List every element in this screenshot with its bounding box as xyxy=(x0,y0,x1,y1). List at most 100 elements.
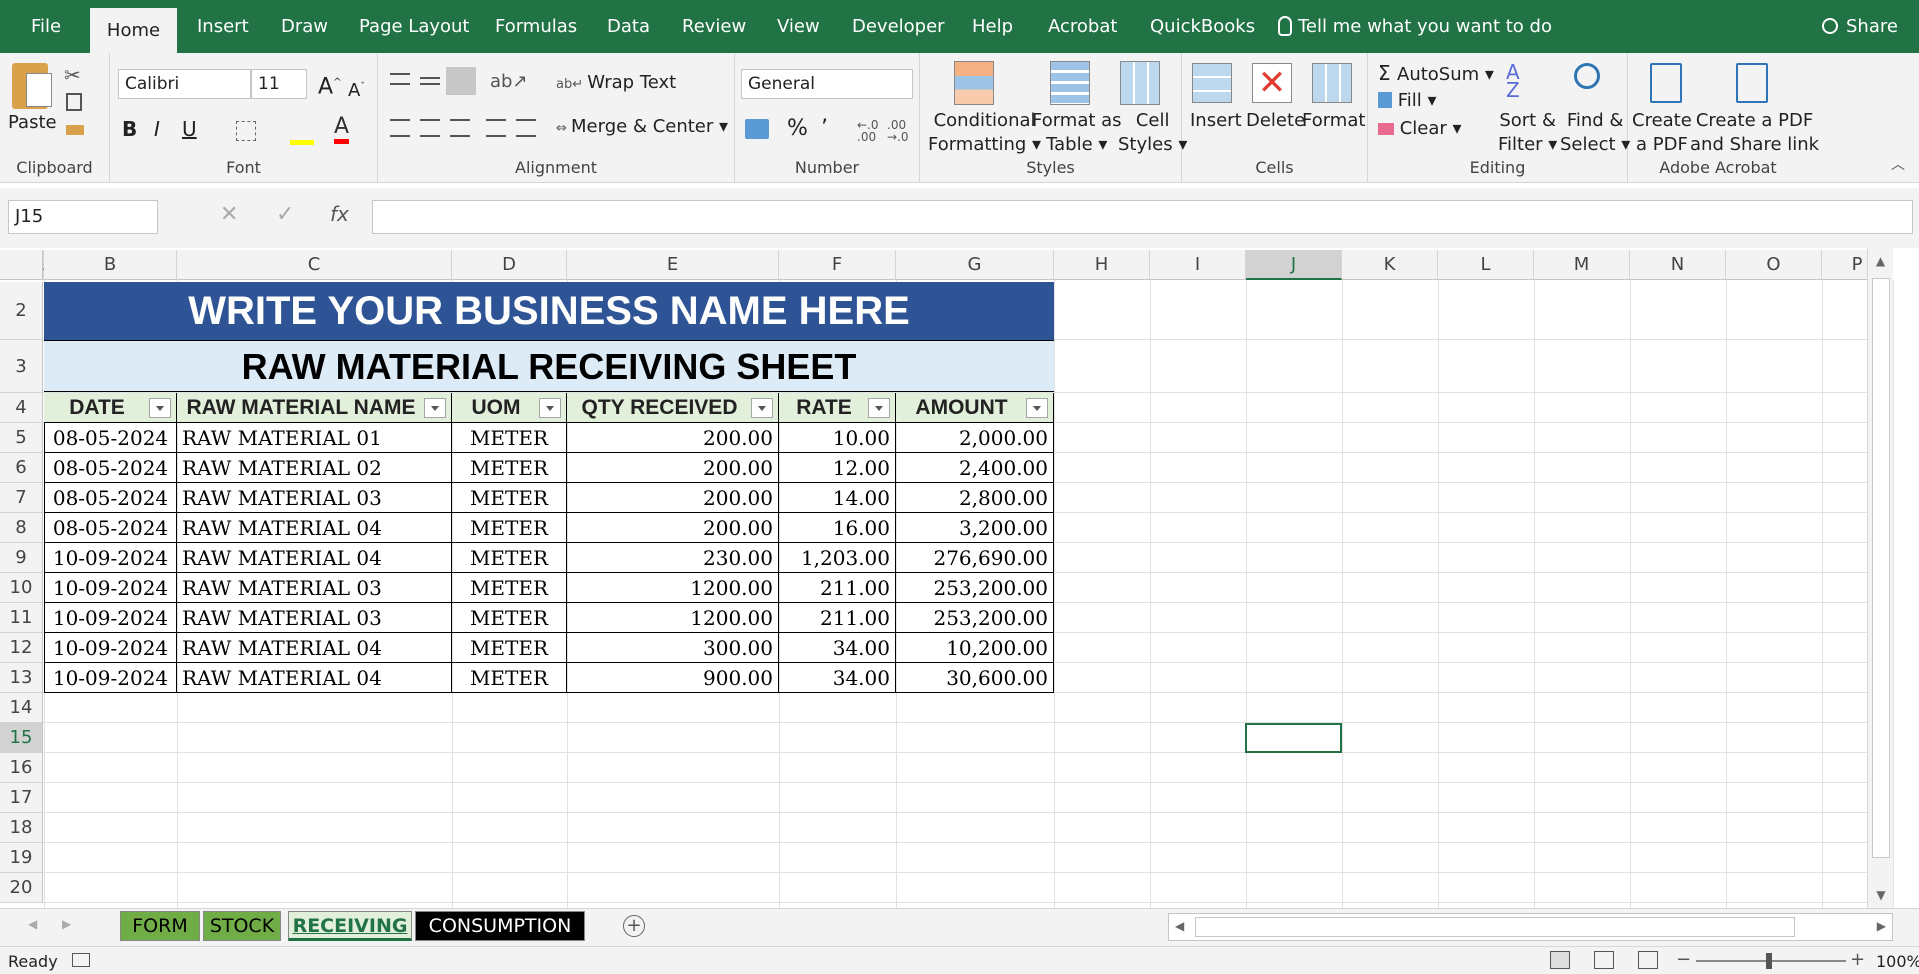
sort-filter-button[interactable]: Sort & Filter ▾ xyxy=(1498,109,1557,157)
table-cell[interactable]: 10-09-2024 xyxy=(44,663,177,693)
filter-dropdown-icon[interactable] xyxy=(1026,398,1048,418)
column-header-f[interactable]: F xyxy=(779,250,896,280)
menu-view[interactable]: View xyxy=(777,16,820,37)
font-size-select[interactable]: 11 xyxy=(251,69,307,99)
zoom-slider-thumb[interactable] xyxy=(1766,953,1772,969)
menu-draw[interactable]: Draw xyxy=(281,16,328,37)
table-cell[interactable]: 08-05-2024 xyxy=(44,453,177,483)
table-cell[interactable]: 1200.00 xyxy=(567,573,779,603)
cell-styles-button[interactable]: Cell Styles ▾ xyxy=(1118,109,1187,157)
zoom-slider[interactable] xyxy=(1696,953,1846,969)
scroll-up-icon[interactable]: ▲ xyxy=(1868,248,1893,268)
table-cell[interactable]: 1200.00 xyxy=(567,603,779,633)
insert-function-icon[interactable]: fx xyxy=(330,202,349,226)
selected-cell-j15[interactable] xyxy=(1245,723,1342,753)
table-cell[interactable]: 2,400.00 xyxy=(896,453,1054,483)
table-cell[interactable]: RAW MATERIAL 04 xyxy=(177,543,452,573)
table-cell[interactable]: 08-05-2024 xyxy=(44,513,177,543)
table-cell[interactable]: 30,600.00 xyxy=(896,663,1054,693)
cut-icon[interactable]: ✂ xyxy=(64,63,81,87)
column-header-l[interactable]: L xyxy=(1438,250,1534,280)
row-header-9[interactable]: 9 xyxy=(0,543,43,573)
sheet-tab-consumption[interactable]: CONSUMPTION xyxy=(415,911,585,941)
menu-quickbooks[interactable]: QuickBooks xyxy=(1150,16,1255,37)
row-header-16[interactable]: 16 xyxy=(0,753,43,783)
menu-formulas[interactable]: Formulas xyxy=(495,16,577,37)
column-header-h[interactable]: H xyxy=(1054,250,1150,280)
filter-dropdown-icon[interactable] xyxy=(539,398,561,418)
delete-cells-button[interactable]: Delete xyxy=(1246,109,1305,133)
macro-record-icon[interactable] xyxy=(72,953,90,967)
row-header-8[interactable]: 8 xyxy=(0,513,43,543)
table-cell[interactable]: METER xyxy=(452,543,567,573)
table-cell[interactable]: 200.00 xyxy=(567,483,779,513)
align-center-icon[interactable] xyxy=(420,119,440,137)
underline-button[interactable]: U xyxy=(182,117,197,141)
row-header-19[interactable]: 19 xyxy=(0,843,43,873)
align-left-icon[interactable] xyxy=(390,119,410,137)
row-header-17[interactable]: 17 xyxy=(0,783,43,813)
insert-cells-button[interactable]: Insert xyxy=(1190,109,1242,133)
row-header-2[interactable]: 2 xyxy=(0,282,43,340)
clear-button[interactable]: Clear ▾ xyxy=(1378,117,1462,141)
column-header-c[interactable]: C xyxy=(177,250,452,280)
comma-button[interactable]: ’ xyxy=(821,117,828,141)
format-cells-button[interactable]: Format xyxy=(1302,109,1365,133)
table-cell[interactable]: METER xyxy=(452,453,567,483)
decrease-indent-icon[interactable] xyxy=(486,119,506,137)
table-cell[interactable]: 10-09-2024 xyxy=(44,603,177,633)
font-name-select[interactable]: Calibri xyxy=(118,69,251,99)
filter-dropdown-icon[interactable] xyxy=(868,398,890,418)
menu-page-layout[interactable]: Page Layout xyxy=(359,16,470,37)
sheet-tab-stock[interactable]: STOCK xyxy=(203,911,281,941)
scroll-tabs-right-icon[interactable]: ▶ xyxy=(62,917,71,931)
table-cell[interactable]: 200.00 xyxy=(567,453,779,483)
grow-font-icon[interactable]: A^ xyxy=(318,71,341,99)
row-header-3[interactable]: 3 xyxy=(0,340,43,393)
cancel-icon[interactable]: ✕ xyxy=(220,202,238,227)
format-as-table-button[interactable]: Format as Table ▾ xyxy=(1032,109,1122,157)
table-cell[interactable]: 230.00 xyxy=(567,543,779,573)
normal-view-icon[interactable] xyxy=(1550,951,1570,969)
paste-icon[interactable] xyxy=(12,63,52,109)
column-header-b[interactable]: B xyxy=(44,250,177,280)
find-select-button[interactable]: Find & Select ▾ xyxy=(1560,109,1630,157)
menu-developer[interactable]: Developer xyxy=(852,16,945,37)
column-header-k[interactable]: K xyxy=(1342,250,1438,280)
table-cell[interactable]: METER xyxy=(452,573,567,603)
fill-color-icon[interactable] xyxy=(290,119,314,145)
horizontal-scroll-thumb[interactable] xyxy=(1195,917,1795,937)
table-cell[interactable]: 200.00 xyxy=(567,513,779,543)
table-cell[interactable]: 10-09-2024 xyxy=(44,573,177,603)
share-button[interactable]: Share xyxy=(1822,16,1898,37)
delete-cells-icon[interactable]: ✕ xyxy=(1252,63,1292,103)
page-break-view-icon[interactable] xyxy=(1638,951,1658,969)
table-cell[interactable]: METER xyxy=(452,513,567,543)
copy-icon[interactable] xyxy=(66,93,82,111)
paste-button[interactable]: Paste xyxy=(8,111,57,135)
table-cell[interactable]: RAW MATERIAL 03 xyxy=(177,603,452,633)
increase-indent-icon[interactable] xyxy=(516,119,536,137)
column-header-n[interactable]: N xyxy=(1630,250,1726,280)
row-header-13[interactable]: 13 xyxy=(0,663,43,693)
create-pdf-button[interactable]: Create a PDF xyxy=(1632,109,1692,157)
menu-review[interactable]: Review xyxy=(682,16,746,37)
table-cell[interactable]: 16.00 xyxy=(779,513,896,543)
scroll-right-icon[interactable]: ▶ xyxy=(1877,919,1886,933)
table-cell[interactable]: 14.00 xyxy=(779,483,896,513)
bold-button[interactable]: B xyxy=(122,117,137,141)
table-cell[interactable]: 10-09-2024 xyxy=(44,633,177,663)
sheet-title[interactable]: RAW MATERIAL RECEIVING SHEET xyxy=(44,340,1054,392)
vertical-scroll-thumb[interactable] xyxy=(1872,278,1890,858)
borders-icon[interactable] xyxy=(236,121,256,141)
create-pdf-icon[interactable] xyxy=(1650,63,1682,103)
cell-styles-icon[interactable] xyxy=(1120,61,1160,105)
menu-file[interactable]: File xyxy=(31,16,61,37)
row-header-7[interactable]: 7 xyxy=(0,483,43,513)
column-header-d[interactable]: D xyxy=(452,250,567,280)
table-cell[interactable]: 300.00 xyxy=(567,633,779,663)
accounting-format-icon[interactable] xyxy=(745,119,769,139)
table-cell[interactable]: RAW MATERIAL 02 xyxy=(177,453,452,483)
zoom-in-icon[interactable]: + xyxy=(1850,949,1865,970)
decrease-decimal-icon[interactable]: .00 →.0 xyxy=(887,119,909,143)
